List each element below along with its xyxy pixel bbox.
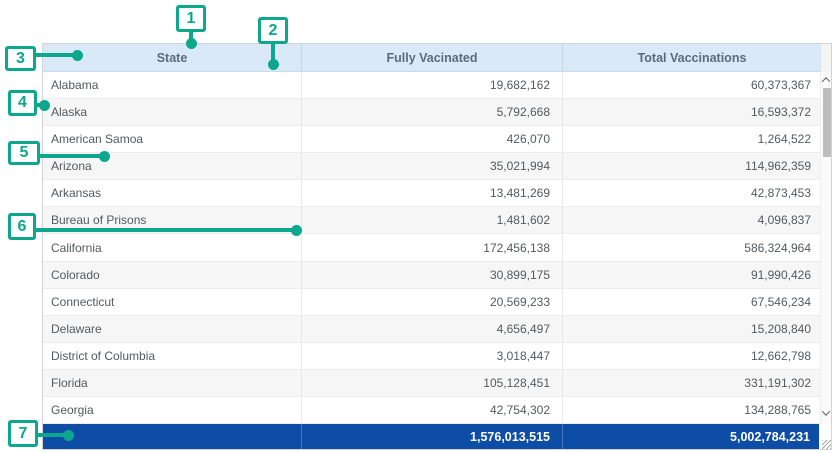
callout-1: 1	[176, 5, 206, 32]
cell-total-vaccinations: 586,324,964	[563, 234, 820, 260]
table-row[interactable]: Delaware4,656,49715,208,840	[43, 316, 820, 343]
cell-fully-vaccinated: 105,128,451	[302, 370, 563, 396]
callout-4: 4	[8, 90, 37, 116]
table-row[interactable]: Alabama19,682,16260,373,367	[43, 72, 820, 99]
column-header-total-vaccinations[interactable]: Total Vaccinations	[563, 44, 821, 71]
cell-fully-vaccinated: 30,899,175	[302, 262, 563, 288]
cell-total-vaccinations: 16,593,372	[563, 99, 820, 125]
cell-total-vaccinations: 331,191,302	[563, 370, 820, 396]
cell-state: Connecticut	[43, 289, 302, 315]
header-scrollbar-filler	[821, 44, 831, 72]
table-header: State Fully Vacinated Total Vaccinations	[43, 44, 821, 72]
cell-state: District of Columbia	[43, 343, 302, 369]
summary-cell-state	[43, 424, 302, 450]
cell-fully-vaccinated: 13,481,269	[302, 180, 563, 206]
table-row[interactable]: Georgia42,754,302134,288,765	[43, 397, 820, 424]
cell-state: Colorado	[43, 262, 302, 288]
callout-2: 2	[258, 17, 288, 44]
callout-7-number: 7	[19, 425, 28, 443]
cell-total-vaccinations: 60,373,367	[563, 72, 820, 98]
callout-2-dot	[268, 59, 279, 70]
callout-4-number: 4	[18, 94, 27, 112]
table-body: Alabama19,682,16260,373,367Alaska5,792,6…	[43, 72, 820, 424]
table-row[interactable]: Alaska5,792,66816,593,372	[43, 99, 820, 126]
annotated-table-screenshot: State Fully Vacinated Total Vaccinations…	[0, 0, 833, 453]
cell-fully-vaccinated: 19,682,162	[302, 72, 563, 98]
table-row[interactable]: Colorado30,899,17591,990,426	[43, 262, 820, 289]
callout-7: 7	[8, 420, 38, 447]
table-row[interactable]: Connecticut20,569,23367,546,234	[43, 289, 820, 316]
cell-total-vaccinations: 67,546,234	[563, 289, 820, 315]
callout-6-number: 6	[18, 218, 27, 236]
vertical-scrollbar[interactable]	[820, 72, 831, 424]
cell-fully-vaccinated: 172,456,138	[302, 234, 563, 260]
cell-fully-vaccinated: 426,070	[302, 126, 563, 152]
cell-total-vaccinations: 114,962,359	[563, 153, 820, 179]
cell-total-vaccinations: 134,288,765	[563, 397, 820, 423]
summary-total-vaccinations: 5,002,784,231	[563, 424, 819, 450]
summary-total-fully-vaccinated: 1,576,013,515	[302, 424, 563, 450]
cell-total-vaccinations: 1,264,522	[563, 126, 820, 152]
scroll-down-button[interactable]	[821, 406, 831, 420]
chevron-up-icon	[822, 77, 830, 85]
callout-1-number: 1	[187, 10, 196, 28]
cell-fully-vaccinated: 1,481,602	[302, 207, 563, 233]
callout-3-line	[33, 53, 77, 57]
cell-fully-vaccinated: 35,021,994	[302, 153, 563, 179]
scrollbar-thumb[interactable]	[823, 88, 831, 157]
scroll-up-button[interactable]	[821, 73, 831, 87]
cell-total-vaccinations: 15,208,840	[563, 316, 820, 342]
cell-total-vaccinations: 12,662,798	[563, 343, 820, 369]
cell-fully-vaccinated: 4,656,497	[302, 316, 563, 342]
cell-state: Alaska	[43, 99, 302, 125]
summary-row: 1,576,013,515 5,002,784,231	[43, 424, 819, 450]
cell-state: Florida	[43, 370, 302, 396]
table-row[interactable]: District of Columbia3,018,44712,662,798	[43, 343, 820, 370]
table-row[interactable]: California172,456,138586,324,964	[43, 234, 820, 261]
callout-6: 6	[8, 213, 36, 240]
column-header-fully-vaccinated[interactable]: Fully Vacinated	[302, 44, 563, 71]
table-row[interactable]: Arizona35,021,994114,962,359	[43, 153, 820, 180]
callout-3-number: 3	[16, 50, 25, 68]
table-row[interactable]: Florida105,128,451331,191,302	[43, 370, 820, 397]
cell-state: California	[43, 234, 302, 260]
cell-fully-vaccinated: 3,018,447	[302, 343, 563, 369]
cell-state: Arkansas	[43, 180, 302, 206]
cell-total-vaccinations: 42,873,453	[563, 180, 820, 206]
resize-grip-icon	[822, 440, 831, 449]
callout-1-dot	[186, 38, 197, 49]
cell-state: American Samoa	[43, 126, 302, 152]
cell-state: Delaware	[43, 316, 302, 342]
table-row[interactable]: American Samoa426,0701,264,522	[43, 126, 820, 153]
cell-fully-vaccinated: 42,754,302	[302, 397, 563, 423]
callout-5-line	[37, 154, 104, 158]
callout-7-dot	[63, 430, 74, 441]
callout-5-dot	[99, 151, 110, 162]
callout-2-number: 2	[269, 22, 278, 40]
table-row[interactable]: Arkansas13,481,26942,873,453	[43, 180, 820, 207]
callout-6-line	[33, 228, 296, 232]
cell-fully-vaccinated: 20,569,233	[302, 289, 563, 315]
chevron-down-icon	[822, 407, 830, 415]
callout-5: 5	[8, 141, 40, 165]
cell-fully-vaccinated: 5,792,668	[302, 99, 563, 125]
cell-total-vaccinations: 4,096,837	[563, 207, 820, 233]
cell-state: Alabama	[43, 72, 302, 98]
callout-4-dot	[39, 100, 50, 111]
callout-5-number: 5	[20, 144, 29, 162]
cell-state: Georgia	[43, 397, 302, 423]
cell-total-vaccinations: 91,990,426	[563, 262, 820, 288]
callout-3: 3	[5, 46, 36, 71]
callout-6-dot	[291, 225, 302, 236]
callout-3-dot	[72, 50, 83, 61]
